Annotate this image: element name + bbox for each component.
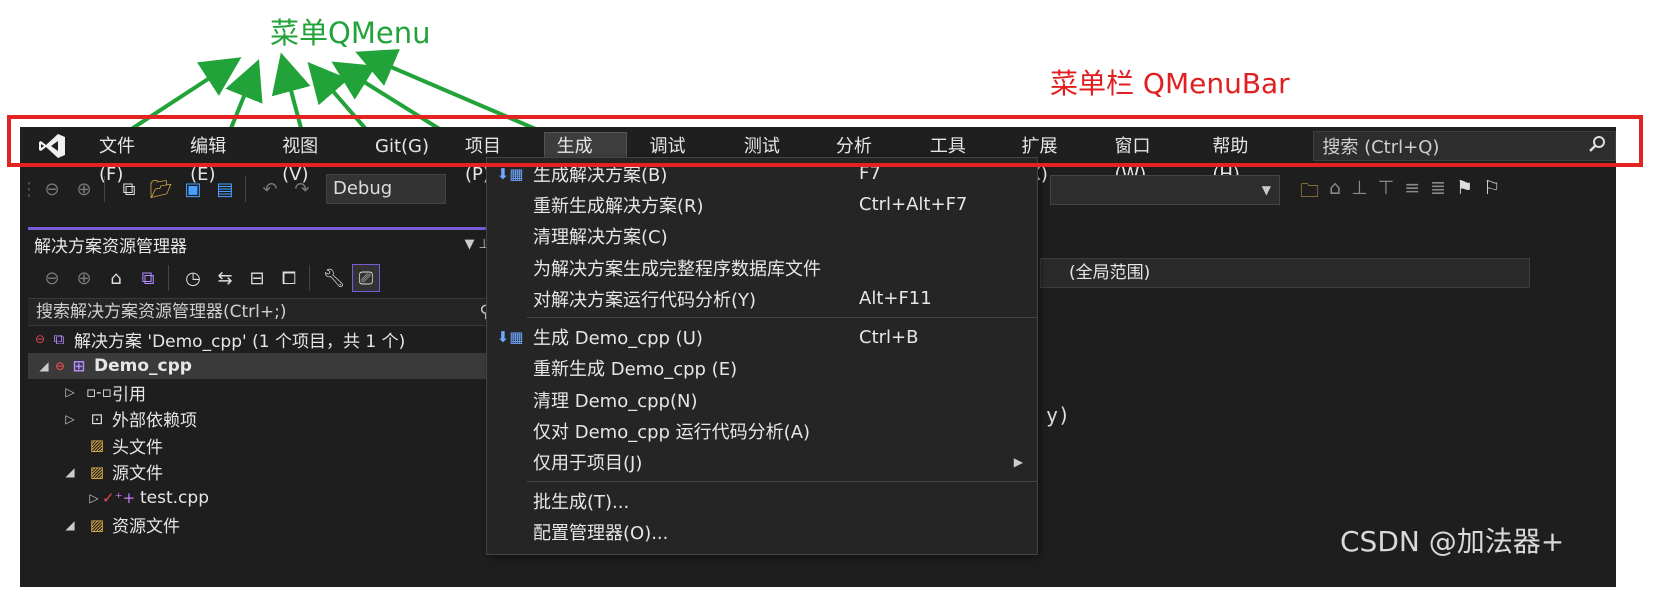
new-project-icon[interactable]: ⧉ [115,175,143,203]
tree-item-label: 外部依赖项 [112,411,197,432]
home-icon[interactable]: ⌂ [102,264,130,292]
tree-item-label: 头文件 [112,437,163,458]
tree-item-test-cpp[interactable]: ▷ ✓ ⁺+ test.cpp [28,485,500,512]
solution-explorer-panel: 解决方案资源管理器 ▼ ⊥ ⊖ ⊕ ⌂ ⧉ ◷ ⇆ ⊟ ⧠ 🔧︎ ⎚ 搜索解决方… [28,227,500,587]
solution-explorer-toolbar: ⊖ ⊕ ⌂ ⧉ ◷ ⇆ ⊟ ⧠ 🔧︎ ⎚ [28,258,500,298]
outdent-icon[interactable]: ≣ [1430,177,1446,209]
back-icon[interactable]: ⊖ [38,264,66,292]
menu-separator [527,317,1037,319]
editor-scope-navigation-bar[interactable]: (全局范围) [1040,258,1530,288]
menu-item-batch-build[interactable]: 批生成(T)... [487,485,1037,516]
build-icon: ⬇︎▦ [496,328,524,347]
toolbar-grip-icon[interactable]: ⋮ [20,175,38,203]
solution-configuration-select[interactable]: Debug [326,174,446,204]
show-all-files-icon[interactable]: ⧠ [275,264,303,292]
preview-selected-items-icon[interactable]: ⎚ [352,264,380,292]
tree-item-headers[interactable]: ▨ 头文件 [28,432,500,459]
checked-in-icon: ✓ [102,489,115,508]
tree-item-source-files[interactable]: ◢ ▨ 源文件 [28,459,500,486]
properties-wrench-icon[interactable]: 🔧︎ [320,264,348,292]
solution-icon: ⧉ [53,330,65,349]
status-icon: ⊖ [54,358,66,373]
menu-item-clean-project[interactable]: 清理 Demo_cpp(N) [487,384,1037,415]
tree-item-label: 解决方案 'Demo_cpp' (1 个项目，共 1 个) [74,331,406,352]
expanded-twisty-icon[interactable]: ◢ [36,359,52,373]
menu-item-generate-pdb[interactable]: 为解决方案生成完整程序数据库文件 [487,252,1037,283]
tree-item-resource-files[interactable]: ◢ ▨ 资源文件 [28,512,500,539]
undo-icon[interactable]: ↶ [256,175,284,203]
tree-item-project[interactable]: ◢ ⊖ ⊞ Demo_cpp [28,352,500,379]
scope-label: (全局范围) [1069,263,1151,283]
status-icon: ⊖ [34,332,46,347]
expanded-twisty-icon[interactable]: ◢ [62,518,78,532]
expanded-twisty-icon[interactable]: ◢ [62,465,78,479]
external-deps-icon: ⊡ [90,409,104,428]
tree-item-label: test.cpp [140,488,209,509]
indent-icon[interactable]: ≡ [1404,177,1420,209]
find-in-files-icon[interactable]: 🗀︎ [1300,177,1319,209]
bookmark-prev-icon[interactable]: ⚐ [1483,177,1500,209]
filter-folder-icon: ▨ [89,436,105,455]
build-icon: ⬇︎▦ [496,164,524,183]
toolbar-separator [104,176,105,202]
csdn-watermark: CSDN @加法器+ [1340,525,1565,558]
sync-active-document-icon[interactable]: ⇆ [211,264,239,292]
tree-item-external-deps[interactable]: ▷ ⊡ 外部依赖项 [28,406,500,433]
submenu-arrow-icon: ▶ [1013,455,1023,470]
qmenu-annotation-label: 菜单QMenu [270,16,431,50]
build-menu-dropdown: ⬇︎▦ 生成解决方案(B) F7 重新生成解决方案(R) Ctrl+Alt+F7… [486,157,1038,555]
menu-item-build-project[interactable]: ⬇︎▦ 生成 Demo_cpp (U) Ctrl+B [487,321,1037,352]
menu-item-rebuild-project[interactable]: 重新生成 Demo_cpp (E) [487,353,1037,384]
navigate-forward-icon[interactable]: ⊕ [70,175,98,203]
menu-separator [527,480,1037,482]
navigate-back-icon[interactable]: ⊖ [38,175,66,203]
comment-icon[interactable]: ⊥ [1351,177,1368,209]
tree-item-references[interactable]: ▷ ▫-▫ 引用 [28,379,500,406]
open-folder-icon[interactable]: 📂︎ [147,175,175,203]
references-icon: ▫-▫ [86,383,112,402]
toolbar-separator [309,265,310,291]
filter-folder-icon: ▨ [89,462,105,481]
menu-item-project-only[interactable]: 仅用于项目(J) ▶ [487,447,1037,478]
qmenubar-annotation-label: 菜单栏 QMenuBar [1050,67,1290,100]
filter-folder-icon: ▨ [89,515,105,534]
tree-item-label: 资源文件 [112,517,180,538]
project-icon: ⊞ [72,356,86,375]
cpp-file-icon: ⁺+ [114,489,136,508]
switch-views-icon[interactable]: ⧉ [134,264,162,292]
solution-search-placeholder: 搜索解决方案资源管理器(Ctrl+;) [36,302,287,322]
menu-item-run-code-analysis-solution[interactable]: 对解决方案运行代码分析(Y) Alt+F11 [487,283,1037,314]
menu-item-code-analysis-project[interactable]: 仅对 Demo_cpp 运行代码分析(A) [487,415,1037,446]
save-icon[interactable]: ▣ [179,175,207,203]
tree-item-label: Demo_cpp [94,355,192,376]
menu-item-clean-solution[interactable]: 清理解决方案(C) [487,221,1037,252]
code-editor-text[interactable]: y) [1046,403,1070,427]
startup-item-select[interactable]: ▼ [1050,175,1280,205]
collapsed-twisty-icon[interactable]: ▷ [86,491,102,505]
collapse-all-icon[interactable]: ⊟ [243,264,271,292]
menu-item-rebuild-solution[interactable]: 重新生成解决方案(R) Ctrl+Alt+F7 [487,189,1037,220]
pending-changes-filter-icon[interactable]: ◷ [179,264,207,292]
solution-tree: ⊖ ⧉ 解决方案 'Demo_cpp' (1 个项目，共 1 个) ◢ ⊖ ⊞ … [28,326,500,538]
window-layout-icon[interactable]: ⌂ [1329,177,1341,209]
tree-item-label: 源文件 [112,464,163,485]
toolbar-separator [245,176,246,202]
collapsed-twisty-icon[interactable]: ▷ [62,385,78,399]
menu-item-configuration-manager[interactable]: 配置管理器(O)... [487,516,1037,547]
toolbar-separator [168,265,169,291]
collapsed-twisty-icon[interactable]: ▷ [62,412,78,426]
tree-item-label: 引用 [112,384,146,405]
redo-icon[interactable]: ↷ [288,175,316,203]
chevron-down-icon: ▼ [1261,183,1271,197]
solution-explorer-search-input[interactable]: 搜索解决方案资源管理器(Ctrl+;) ⚲ [28,298,500,326]
tree-item-solution[interactable]: ⊖ ⧉ 解决方案 'Demo_cpp' (1 个项目，共 1 个) [28,326,500,353]
right-toolbar: 🗀︎ ⌂ ⊥ ⊤ ≡ ≣ ⚑ ⚐ [1300,177,1500,209]
uncomment-icon[interactable]: ⊤ [1378,177,1395,209]
save-all-icon[interactable]: ▤ [211,175,239,203]
solution-explorer-title: 解决方案资源管理器 [34,236,187,257]
menubar-highlight-box [7,115,1643,167]
solution-explorer-title-bar: 解决方案资源管理器 ▼ ⊥ [28,230,500,258]
bookmark-icon[interactable]: ⚑ [1456,177,1473,209]
forward-icon[interactable]: ⊕ [70,264,98,292]
